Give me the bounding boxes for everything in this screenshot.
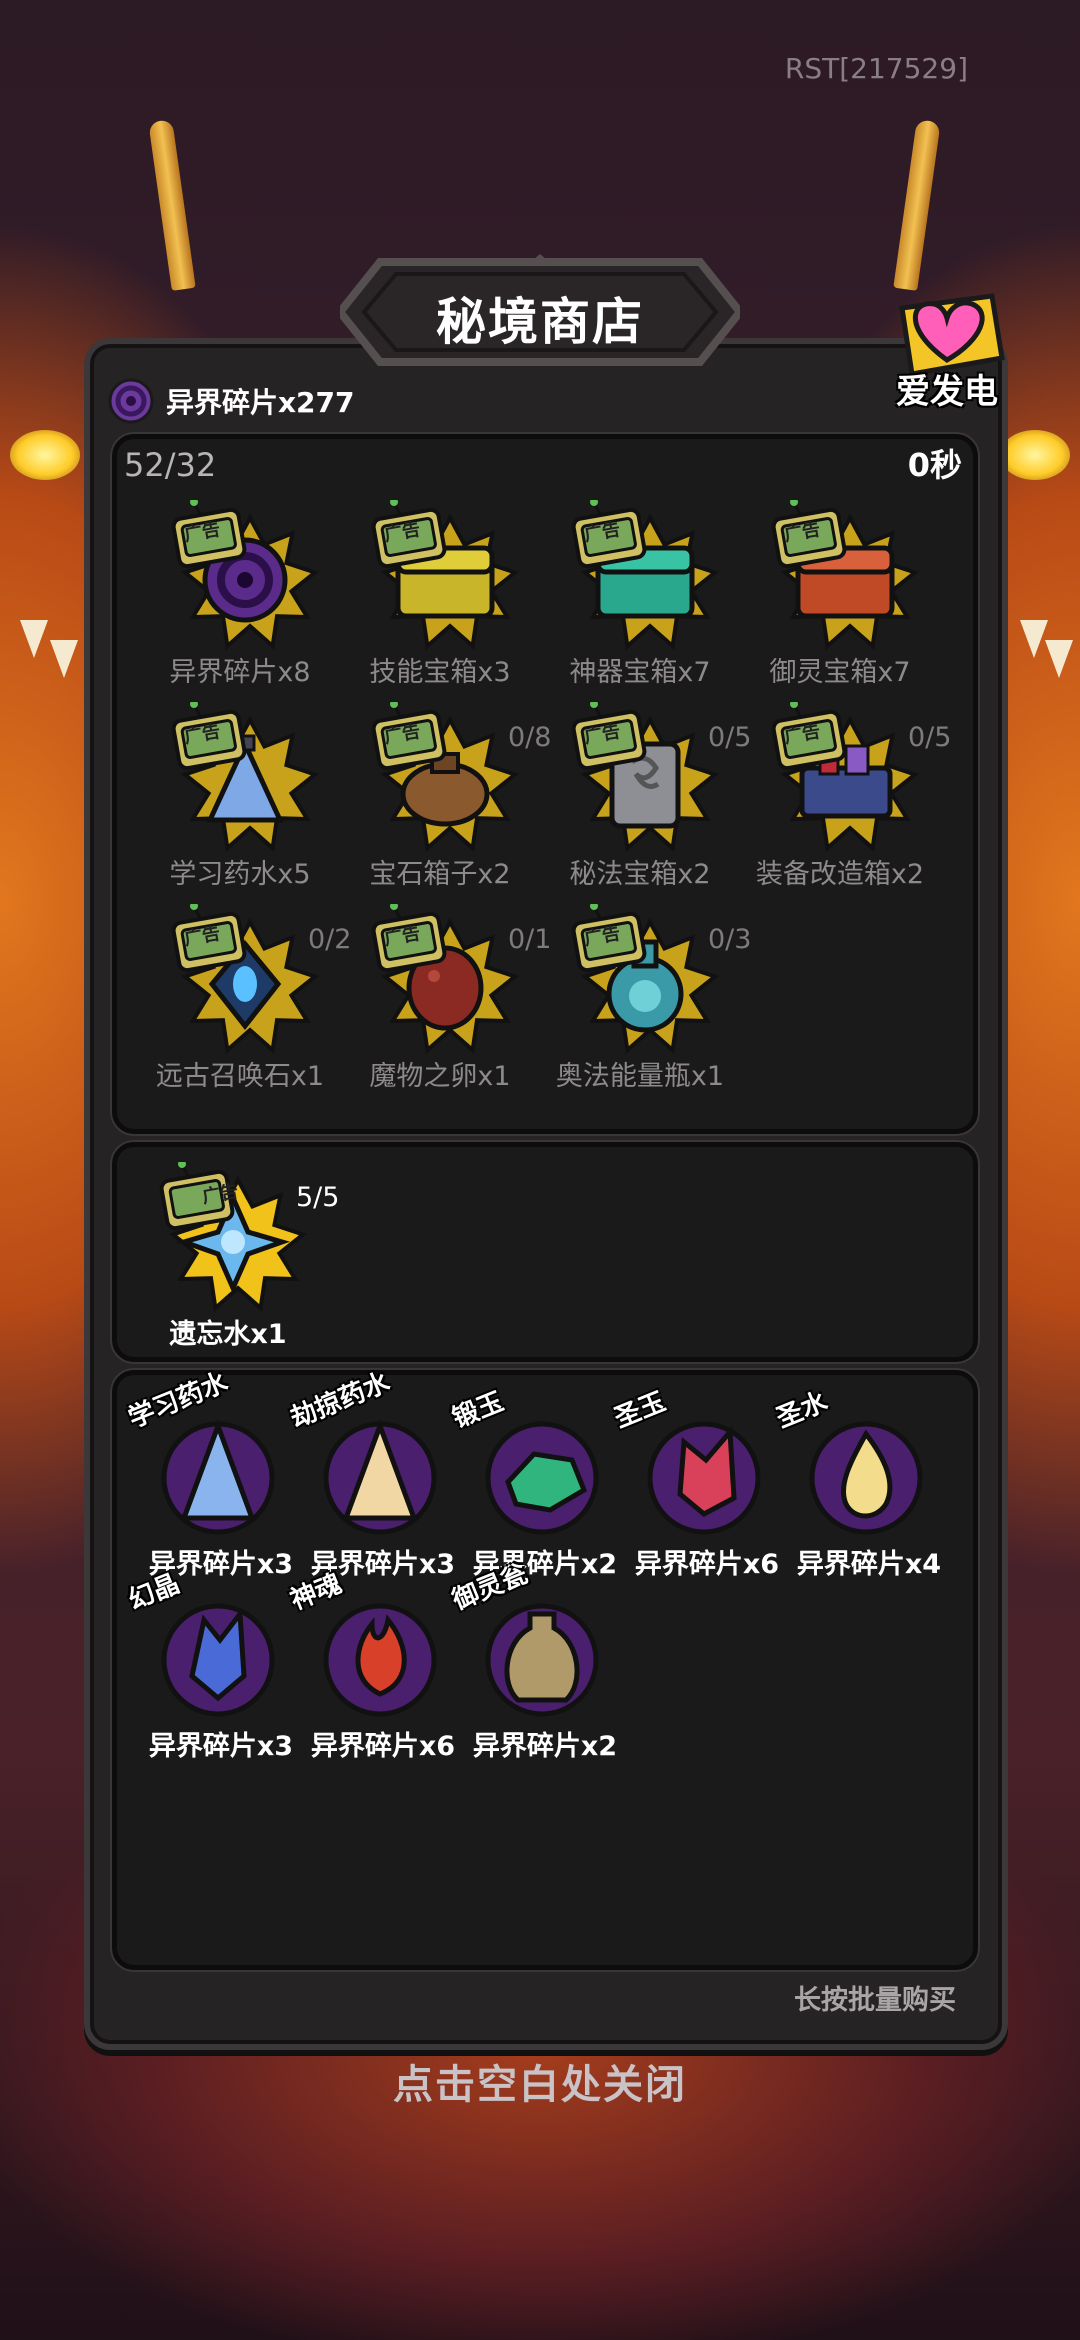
item-label: 御灵宝箱x7	[769, 657, 911, 688]
purchase-limit: 0/3	[708, 924, 752, 955]
ad-item-1[interactable]: 广告 异界碎片x8	[140, 498, 340, 700]
item-label: 远古召唤石x1	[155, 1061, 325, 1092]
stock-count: 52/32	[124, 446, 217, 484]
special-item-forget-water[interactable]: 5/5 遗忘水x1 广告	[128, 1160, 339, 1362]
item-label: 技能宝箱x3	[369, 657, 511, 688]
holy-jade-icon	[634, 1402, 774, 1542]
vortex-currency-icon	[108, 378, 154, 424]
charge-button[interactable]: 爱发电	[882, 278, 1012, 412]
title-plate: 秘境商店	[340, 252, 740, 372]
phantom-crystal-icon	[148, 1584, 288, 1724]
shop-item-2[interactable]: 劫掠药水 异界碎片x3	[286, 1367, 464, 1580]
divine-soul-icon	[310, 1584, 450, 1724]
plunder-potion-icon	[310, 1402, 450, 1542]
ad-item-2[interactable]: 广告 技能宝箱x3	[340, 498, 540, 700]
item-label: 异界碎片x8	[169, 657, 311, 688]
item-price: 异界碎片x3	[148, 1731, 294, 1762]
item-price: 异界碎片x2	[472, 1731, 618, 1762]
shop-item-8[interactable]: 御灵瓮 异界碎片x2	[448, 1559, 626, 1762]
dragon-eye-right	[1000, 430, 1070, 480]
dragon-eye-left	[10, 430, 80, 480]
item-label: 秘法宝箱x2	[569, 859, 711, 890]
dragon-horn-right	[893, 119, 941, 291]
ad-item-11[interactable]: 广告 0/3 奥法能量瓶x1	[540, 902, 751, 1104]
debug-tag: RST[217529]	[784, 52, 968, 85]
dragon-tooth	[1045, 640, 1073, 678]
shop-item-4[interactable]: 圣玉 异界碎片x6	[610, 1387, 788, 1580]
item-price: 异界碎片x4	[796, 1549, 942, 1580]
dragon-tooth	[20, 620, 48, 658]
currency-display: 异界碎片x277	[108, 378, 355, 424]
shop-item-6[interactable]: 幻晶 异界碎片x3	[124, 1569, 302, 1762]
item-label: 宝石箱子x2	[369, 859, 511, 890]
close-hint[interactable]: 点击空白处关闭	[0, 2052, 1080, 2110]
currency-amount: 异界碎片x277	[166, 386, 355, 419]
shop-item-7[interactable]: 神魂 异界碎片x6	[286, 1569, 464, 1762]
item-label: 魔物之卵x1	[369, 1061, 511, 1092]
page-title: 秘境商店	[436, 293, 644, 351]
dragon-tooth	[1020, 620, 1048, 658]
ad-item-3[interactable]: 广告 神器宝箱x7	[540, 498, 740, 700]
ad-item-8[interactable]: 广告 0/5 装备改造箱x2	[740, 700, 951, 902]
item-price: 异界碎片x6	[310, 1731, 456, 1762]
shop-item-3[interactable]: 锻玉 异界碎片x2	[448, 1387, 626, 1580]
charge-label: 爱发电	[896, 372, 998, 412]
ad-item-9[interactable]: 广告 0/2 远古召唤石x1	[140, 902, 351, 1104]
dragon-tooth	[50, 640, 78, 678]
item-price: 异界碎片x6	[634, 1549, 780, 1580]
item-label: 奥法能量瓶x1	[555, 1061, 725, 1092]
jade-icon	[472, 1402, 612, 1542]
ad-item-5[interactable]: 广告 学习药水x5	[140, 700, 340, 902]
ad-item-7[interactable]: 广告 0/5 秘法宝箱x2	[540, 700, 751, 902]
purchase-limit: 5/5	[296, 1182, 340, 1213]
item-label: 装备改造箱x2	[755, 859, 925, 890]
study-potion-icon	[148, 1402, 288, 1542]
dragon-horn-left	[148, 119, 196, 291]
batch-buy-hint: 长按批量购买	[794, 1985, 956, 2016]
ad-item-4[interactable]: 广告 御灵宝箱x7	[740, 498, 940, 700]
item-label: 遗忘水x1	[169, 1319, 287, 1350]
item-label: 神器宝箱x7	[569, 657, 711, 688]
refresh-timer: 0秒	[907, 446, 962, 484]
spirit-urn-icon	[472, 1584, 612, 1724]
holy-water-icon	[796, 1402, 936, 1542]
shop-item-1[interactable]: 学习药水 异界碎片x3	[124, 1367, 302, 1580]
ad-item-6[interactable]: 广告 0/8 宝石箱子x2	[340, 700, 551, 902]
purchase-limit: 0/5	[908, 722, 952, 753]
shop-item-5[interactable]: 圣水 异界碎片x4	[772, 1387, 950, 1580]
item-label: 学习药水x5	[169, 859, 311, 890]
ad-item-10[interactable]: 广告 0/1 魔物之卵x1	[340, 902, 551, 1104]
